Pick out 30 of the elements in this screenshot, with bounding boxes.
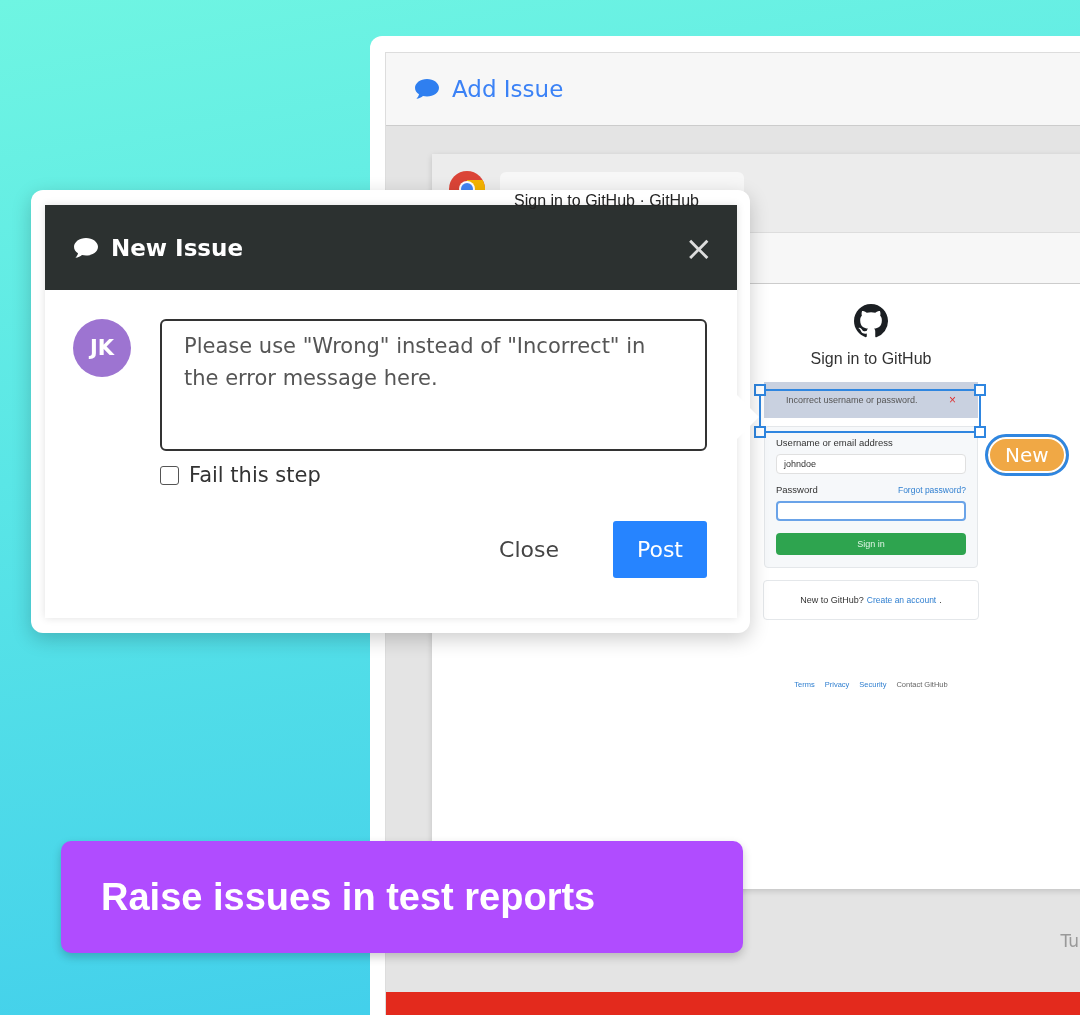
add-issue-link[interactable]: Add Issue xyxy=(452,76,564,102)
create-account-link[interactable]: Create an account xyxy=(866,595,937,605)
post-button[interactable]: Post xyxy=(612,521,707,578)
resize-handle[interactable] xyxy=(754,426,766,438)
forgot-password-link[interactable]: Forgot password? xyxy=(897,484,966,495)
chat-bubble-icon xyxy=(73,236,99,259)
close-button[interactable]: × xyxy=(684,230,713,265)
signup-text: New to GitHub? xyxy=(800,595,864,605)
avatar: JK xyxy=(73,319,131,377)
field-label: Password xyxy=(776,484,818,495)
sign-in-button[interactable]: Sign in xyxy=(776,533,966,555)
dismiss-mark[interactable]: × xyxy=(949,393,956,407)
close-text-button[interactable]: Close xyxy=(475,521,583,578)
checkbox[interactable] xyxy=(160,465,179,485)
field-label: Username or email address xyxy=(776,437,894,448)
page-heading: Sign in to GitHub xyxy=(810,350,932,368)
resize-handle[interactable] xyxy=(754,384,766,396)
password-field[interactable] xyxy=(776,501,966,521)
error-text: Incorrect username or password. xyxy=(786,395,918,405)
tagline-banner: Raise issues in test reports xyxy=(61,841,743,953)
resize-handle[interactable] xyxy=(974,426,986,438)
username-field[interactable]: johndoe xyxy=(776,454,966,474)
cut-off-text: Tu xyxy=(1060,930,1079,951)
resize-handle[interactable] xyxy=(974,384,986,396)
comment-field[interactable]: Please use "Wrong" instead of "Incorrect" in the error message here. xyxy=(160,319,707,451)
cat-logo-icon xyxy=(854,304,888,338)
dialog-title: New Issue xyxy=(111,234,243,261)
period-text: . xyxy=(939,595,942,605)
checkbox-label: Fail this step xyxy=(189,463,321,487)
chat-bubble-icon xyxy=(414,78,440,100)
